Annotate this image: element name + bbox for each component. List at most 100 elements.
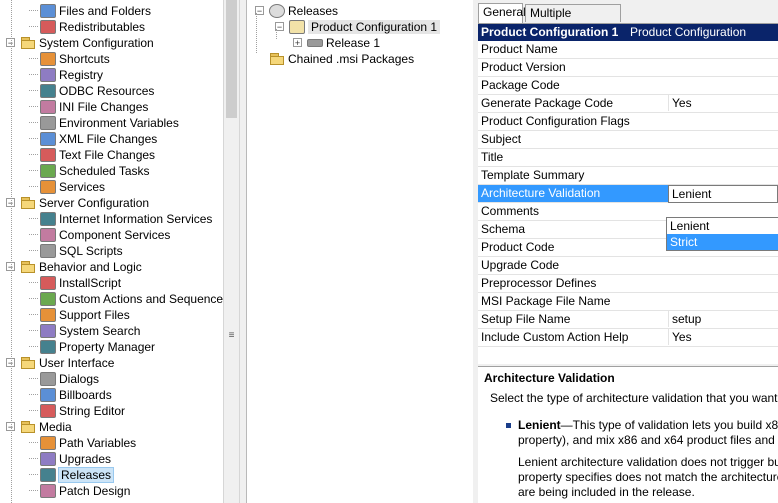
left-tree-item[interactable]: Property Manager — [40, 338, 155, 354]
property-row[interactable]: Product Configuration Flags — [478, 113, 778, 131]
environment-variables-icon — [40, 115, 56, 130]
left-tree-item[interactable]: User Interface — [20, 354, 114, 370]
folder-icon — [20, 356, 36, 370]
left-tree-item[interactable]: Server Configuration — [20, 194, 149, 210]
property-row[interactable]: Package Code — [478, 77, 778, 95]
left-tree-item-label: Registry — [59, 67, 104, 82]
expander-expand-icon[interactable]: + — [293, 38, 302, 48]
tree-connector — [29, 410, 38, 411]
property-row[interactable]: MSI Package File Name — [478, 293, 778, 311]
property-value[interactable]: setup — [668, 311, 778, 327]
tree-connector — [29, 170, 38, 171]
releases-tree-item-label: Chained .msi Packages — [288, 51, 415, 66]
property-row[interactable]: Architecture Validation Lenient — [478, 185, 778, 203]
property-value[interactable]: Lenient — [668, 185, 778, 203]
left-tree-item[interactable]: Redistributables — [40, 18, 145, 34]
releases-tree-item[interactable]: Releases — [269, 2, 338, 18]
left-tree-item[interactable]: Path Variables — [40, 434, 136, 450]
system-search-icon — [40, 323, 56, 338]
left-tree-item-label: Component Services — [59, 227, 171, 242]
left-tree-item[interactable]: Custom Actions and Sequences — [40, 290, 224, 306]
tree-connector — [29, 154, 38, 155]
left-tree-item[interactable]: ODBC Resources — [40, 82, 154, 98]
dropdown-option-lenient[interactable]: Lenient — [667, 218, 778, 234]
property-row[interactable]: Template Summary — [478, 167, 778, 185]
left-tree-item[interactable]: Files and Folders — [40, 2, 151, 18]
folder-icon — [20, 196, 36, 210]
left-tree-item-label: Scheduled Tasks — [59, 163, 150, 178]
left-tree-item[interactable]: Text File Changes — [40, 146, 155, 162]
left-tree-item-label: Patch Design — [59, 483, 131, 498]
property-row[interactable]: Upgrade Code — [478, 257, 778, 275]
property-name: Title — [481, 150, 504, 164]
iis-icon — [40, 211, 56, 226]
tab-multiple-instances[interactable]: Multiple Instances — [525, 4, 621, 37]
tree-connector — [29, 234, 38, 235]
left-tree-item[interactable]: Upgrades — [40, 450, 111, 466]
left-tree-item[interactable]: XML File Changes — [40, 130, 157, 146]
left-tree-item-label: Server Configuration — [39, 195, 150, 210]
left-tree-item[interactable]: System Search — [40, 322, 140, 338]
string-editor-icon — [40, 403, 56, 418]
tree-connector — [29, 330, 38, 331]
releases-tree-item[interactable]: Release 1 — [307, 34, 380, 50]
left-tree-item-label: Billboards — [59, 387, 112, 402]
tab-general[interactable]: General — [478, 3, 526, 23]
help-term: Lenient — [518, 418, 561, 432]
property-name: Schema — [481, 222, 526, 236]
property-row[interactable]: Title — [478, 149, 778, 167]
property-row[interactable]: Subject — [478, 131, 778, 149]
property-row[interactable]: Product Version — [478, 59, 778, 77]
releases-tree-item[interactable]: Chained .msi Packages — [269, 50, 414, 66]
property-row[interactable]: Setup File Name setup — [478, 311, 778, 329]
custom-actions-icon — [40, 291, 56, 306]
left-tree-item[interactable]: Media — [20, 418, 72, 434]
left-tree-item[interactable]: Scheduled Tasks — [40, 162, 150, 178]
left-tree-scrollbar[interactable]: ≡ — [223, 0, 240, 503]
help-bullet-text: —This type of validation lets you build … — [560, 418, 778, 432]
scrollbar-thumb[interactable] — [226, 0, 237, 118]
left-tree-item[interactable]: Support Files — [40, 306, 130, 322]
left-tree-item-label: Services — [59, 179, 106, 194]
services-icon — [40, 179, 56, 194]
left-tree-item[interactable]: SQL Scripts — [40, 242, 123, 258]
left-tree-item[interactable]: Shortcuts — [40, 50, 110, 66]
architecture-validation-dropdown[interactable]: Lenient Strict — [666, 217, 778, 251]
left-tree-item[interactable]: String Editor — [40, 402, 125, 418]
property-value[interactable]: Yes — [668, 329, 778, 345]
tree-connector — [29, 474, 38, 475]
property-row[interactable]: Generate Package Code Yes — [478, 95, 778, 113]
left-tree-item[interactable]: System Configuration — [20, 34, 154, 50]
releases-tree-item[interactable]: Product Configuration 1 — [289, 18, 441, 34]
left-tree-item[interactable]: Behavior and Logic — [20, 258, 142, 274]
property-name: Comments — [481, 204, 540, 218]
product-config-icon — [289, 19, 305, 34]
property-row[interactable]: Include Custom Action Help Yes — [478, 329, 778, 347]
left-tree-item[interactable]: Registry — [40, 66, 103, 82]
releases-icon — [40, 467, 56, 482]
left-tree-item[interactable]: Component Services — [40, 226, 170, 242]
left-tree-item[interactable]: InstallScript — [40, 274, 121, 290]
left-tree-item[interactable]: Services — [40, 178, 105, 194]
left-tree-item[interactable]: Internet Information Services — [40, 210, 212, 226]
left-tree-item[interactable]: Environment Variables — [40, 114, 179, 130]
left-tree-item[interactable]: Billboards — [40, 386, 112, 402]
left-tree-item[interactable]: Patch Design — [40, 482, 130, 498]
property-value[interactable]: Yes — [668, 95, 778, 111]
property-row[interactable]: Preprocessor Defines — [478, 275, 778, 293]
tree-connector — [256, 13, 257, 53]
help-bullet-line2: property), and mix x86 and x64 product f… — [518, 433, 778, 447]
property-row[interactable]: Product Name — [478, 41, 778, 59]
support-files-icon — [40, 307, 56, 322]
splitter-grip-icon[interactable]: ≡ — [224, 330, 239, 341]
left-tree-item[interactable]: INI File Changes — [40, 98, 148, 114]
property-name: Generate Package Code — [481, 96, 614, 110]
grid-header-value: Product Configuration — [630, 25, 747, 39]
help-p2-line3: are being included in the release. — [518, 485, 695, 499]
left-tree-item[interactable]: Releases — [40, 466, 115, 483]
left-tree-item-label: Custom Actions and Sequences — [59, 291, 224, 306]
left-tree-item[interactable]: Dialogs — [40, 370, 99, 386]
tree-connector — [29, 378, 38, 379]
bullet-icon — [506, 423, 511, 428]
dropdown-option-strict[interactable]: Strict — [667, 234, 778, 250]
